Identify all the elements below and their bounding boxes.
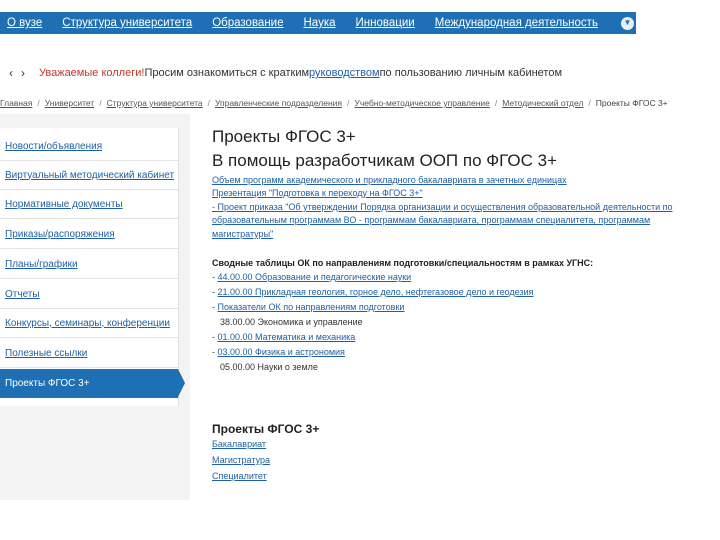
program-link-specialist[interactable]: Специалитет <box>212 471 267 481</box>
breadcrumb-item[interactable]: Учебно-методическое управление <box>354 98 489 108</box>
breadcrumb-item[interactable]: Управленческие подразделения <box>215 98 342 108</box>
sidebar-item-news[interactable]: Новости/объявления <box>0 132 178 161</box>
nav-item-structure[interactable]: Структура университета <box>62 17 192 29</box>
notice-text-2: по пользованию личным кабинетом <box>379 67 563 79</box>
doc-link-cont[interactable]: магистратуры" <box>212 229 273 239</box>
program-link-master[interactable]: Магистратура <box>212 455 270 465</box>
doc-link[interactable]: Объем программ академического и прикладн… <box>212 175 567 185</box>
ugns-item: 05.00.00 Науки о земле <box>220 362 318 372</box>
notice-text-1: Просим ознакомиться с кратким <box>144 67 310 79</box>
breadcrumb-item[interactable]: Методический отдел <box>502 98 583 108</box>
breadcrumb-current: Проекты ФГОС 3+ <box>595 98 668 108</box>
ugns-link[interactable]: 01.00.00 Математика и механика <box>218 332 356 342</box>
sidebar-item-fgos[interactable]: Проекты ФГОС 3+ <box>0 369 185 398</box>
sidebar-item-conferences[interactable]: Конкурсы, семинары, конференции <box>0 309 178 338</box>
chevron-down-icon[interactable]: ▼ <box>620 16 634 30</box>
summary-heading: Сводные таблицы ОК по направлениям подго… <box>212 258 594 268</box>
page-subtitle: В помощь разработчикам ООП по ФГОС 3+ <box>212 151 558 170</box>
nav-item-innovations[interactable]: Инновации <box>356 17 415 29</box>
ugns-item: - 03.00.00 Физика и астрономия <box>212 347 345 357</box>
notice-bar: ‹ › Уважаемые коллеги! Просим ознакомить… <box>0 64 720 82</box>
program-link-bachelor[interactable]: Бакалавриат <box>212 439 266 449</box>
ugns-item: - 01.00.00 Математика и механика <box>212 332 355 342</box>
nav-item-international[interactable]: Международная деятельность <box>435 17 598 29</box>
breadcrumb-item[interactable]: Университет <box>45 98 94 108</box>
breadcrumb-item[interactable]: Структура университета <box>107 98 203 108</box>
doc-link[interactable]: - Проект приказа "Об утверждении Порядка… <box>212 202 673 212</box>
nav-item-education[interactable]: Образование <box>212 17 283 29</box>
sidebar-item-virtual-cabinet[interactable]: Виртуальный методический кабинет <box>0 161 178 190</box>
sidebar-item-regulations[interactable]: Нормативные документы <box>0 190 178 219</box>
nav-item-about[interactable]: О вузе <box>7 17 42 29</box>
ugns-link[interactable]: 03.00.00 Физика и астрономия <box>218 347 345 357</box>
sidebar-item-plans[interactable]: Планы/графики <box>0 250 178 279</box>
ugns-item: - Показатели ОК по направлениям подготов… <box>212 302 404 312</box>
sidebar-item-useful-links[interactable]: Полезные ссылки <box>0 339 178 368</box>
ugns-link[interactable]: 44.00.00 Образование и педагогические на… <box>218 272 412 282</box>
active-pointer <box>178 369 185 397</box>
sidebar: Новости/объявления Виртуальный методичес… <box>0 128 185 406</box>
sidebar-item-reports[interactable]: Отчеты <box>0 280 178 309</box>
ugns-item: 38.00.00 Экономика и управление <box>220 317 363 327</box>
page-title: Проекты ФГОС 3+ <box>212 127 356 146</box>
ugns-item: - 21.00.00 Прикладная геология, горное д… <box>212 287 534 297</box>
chevron-right-icon[interactable]: › <box>17 66 29 80</box>
ugns-link[interactable]: 21.00.00 Прикладная геология, горное дел… <box>218 287 534 297</box>
breadcrumb: Главная / Университет / Структура университе… <box>0 98 668 108</box>
ugns-text: 38.00.00 Экономика и управление <box>220 317 363 327</box>
main-content: Проекты ФГОС 3+ В помощь разработчикам О… <box>190 114 720 500</box>
chevron-left-icon[interactable]: ‹ <box>5 66 17 80</box>
ugns-item: - 44.00.00 Образование и педагогические … <box>212 272 411 282</box>
nav-item-science[interactable]: Наука <box>304 17 336 29</box>
guide-link[interactable]: руководством <box>309 67 380 79</box>
section-heading: Проекты ФГОС 3+ <box>212 422 320 436</box>
doc-link[interactable]: Презентация "Подготовка к переходу на ФГ… <box>212 188 423 198</box>
doc-link-cont[interactable]: образовательным программам ВО - программ… <box>212 215 650 225</box>
ugns-link[interactable]: Показатели ОК по направлениям подготовки <box>218 302 405 312</box>
ugns-text: 05.00.00 Науки о земле <box>220 362 318 372</box>
sidebar-item-orders[interactable]: Приказы/распоряжения <box>0 220 178 249</box>
sidebar-item-label: Проекты ФГОС 3+ <box>5 378 90 389</box>
breadcrumb-item[interactable]: Главная <box>0 98 32 108</box>
notice-highlight: Уважаемые коллеги! <box>39 67 145 79</box>
top-navigation: О вузе Структура университета Образовани… <box>0 12 636 34</box>
